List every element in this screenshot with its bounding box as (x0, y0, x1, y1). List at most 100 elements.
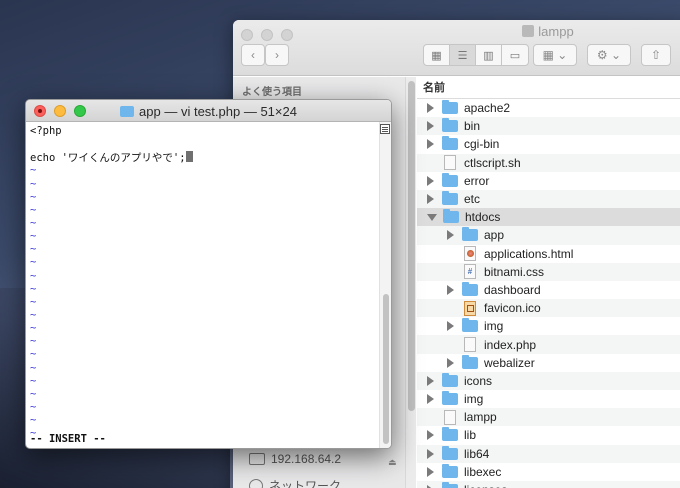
disclosure-right-icon[interactable] (427, 466, 434, 477)
scroll-thumb[interactable] (408, 81, 415, 411)
group-button[interactable]: ▦ ⌄ (533, 44, 577, 66)
folder-icon (442, 118, 458, 133)
list-item-label: icons (464, 373, 493, 388)
list-item[interactable]: error (417, 172, 680, 190)
share-button[interactable]: ⇧ (641, 44, 671, 66)
sidebar-scrollbar[interactable] (405, 77, 416, 488)
list-view-button[interactable]: ☰ (450, 45, 476, 65)
empty-line-marker: ~ (30, 216, 37, 229)
list-item[interactable]: licenses (417, 480, 680, 488)
terminal-content[interactable]: <?php echo 'ワイくんのアプリやで'; ~ ~ ~ ~ ~ ~ ~ ~ ~ ~ ~ ~ ~ ~ ~… (26, 122, 379, 448)
disclosure-right-icon[interactable] (427, 430, 434, 441)
network-icon (249, 478, 263, 488)
list-item[interactable]: favicon.ico (417, 299, 680, 318)
sidebar-item-network[interactable]: ネットワーク (249, 477, 341, 488)
disclosure-right-icon[interactable] (427, 175, 434, 186)
folder-icon (442, 482, 458, 488)
list-item[interactable]: libexec (417, 463, 680, 481)
folder-icon (442, 191, 458, 206)
gear-icon: ⚙ ⌄ (596, 48, 622, 62)
disclosure-right-icon[interactable] (427, 194, 434, 205)
list-item-label: lampp (464, 410, 497, 425)
list-item[interactable]: lib (417, 426, 680, 444)
gallery-view-button[interactable]: ▭ (502, 45, 528, 65)
disclosure-right-icon[interactable] (447, 230, 454, 241)
empty-line-marker: ~ (30, 164, 37, 177)
folder-icon (442, 172, 458, 187)
disclosure-right-icon[interactable] (447, 321, 454, 332)
empty-line-marker: ~ (30, 269, 37, 282)
disclosure-right-icon[interactable] (427, 394, 434, 405)
list-item-label: bin (464, 119, 481, 134)
document-icon (444, 155, 456, 171)
forward-button[interactable]: › (265, 44, 289, 66)
list-item-label: img (484, 319, 504, 334)
disclosure-right-icon[interactable] (427, 139, 434, 150)
list-item[interactable]: dashboard (417, 281, 680, 299)
eject-icon[interactable]: ⏏ (388, 457, 397, 468)
share-icon: ⇧ (650, 48, 662, 62)
list-item[interactable]: lampp (417, 408, 680, 427)
disclosure-right-icon[interactable] (447, 357, 454, 368)
disclosure-right-icon[interactable] (427, 448, 434, 459)
terminal-scrollbar[interactable] (379, 122, 391, 448)
folder-icon (442, 100, 458, 115)
list-item-label: apache2 (464, 101, 511, 116)
list-item[interactable]: app (417, 226, 680, 245)
empty-line-marker: ~ (30, 308, 37, 321)
document-icon (444, 409, 456, 425)
terminal-window: app — vi test.php — 51×24 <?php echo 'ワイ… (25, 99, 392, 449)
empty-line-marker: ~ (30, 203, 37, 216)
empty-lines: ~ ~ ~ ~ ~ ~ ~ ~ ~ ~ ~ ~ ~ ~ ~ ~ ~ ~ ~ ~ ~ (30, 164, 375, 440)
document-icon (464, 337, 476, 353)
list-item[interactable]: ctlscript.sh (417, 153, 680, 172)
html-file-icon (464, 246, 476, 262)
css-file-icon: # (464, 264, 476, 280)
finder-toolbar: lampp ‹ › ▦ ☰ ▥ ▭ ▦ ⌄ ⚙ ⌄ ⇧ (233, 20, 680, 76)
list-item[interactable]: etc (417, 189, 680, 209)
folder-icon (442, 463, 458, 478)
sidebar-heading: よく使う項目 (242, 87, 302, 98)
folder-icon (462, 281, 478, 296)
list-item-label: applications.html (484, 246, 574, 261)
disclosure-down-icon[interactable] (427, 213, 437, 221)
empty-line-marker: ~ (30, 348, 37, 361)
list-item[interactable]: webalizer (417, 354, 680, 372)
file-list: 名前 apache2 bin cgi-bin ctlscript.sh error etc… (417, 77, 680, 488)
view-mode-control: ▦ ☰ ▥ ▭ (423, 44, 529, 66)
terminal-titlebar: app — vi test.php — 51×24 (26, 100, 391, 122)
disclosure-right-icon[interactable] (427, 375, 434, 386)
list-item-label: lib64 (464, 446, 490, 461)
empty-line-marker: ~ (30, 400, 37, 413)
disclosure-right-icon[interactable] (447, 284, 454, 295)
icon-view-button[interactable]: ▦ (424, 45, 450, 65)
list-item-label: app (484, 228, 505, 243)
column-header-name[interactable]: 名前 (417, 77, 680, 99)
scroll-thumb[interactable] (383, 294, 389, 444)
column-view-button[interactable]: ▥ (476, 45, 502, 65)
list-item[interactable]: bin (417, 117, 680, 136)
action-button[interactable]: ⚙ ⌄ (587, 44, 631, 66)
list-item[interactable]: applications.html (417, 245, 680, 263)
empty-line-marker: ~ (30, 414, 37, 427)
sidebar-item-server[interactable]: 192.168.64.2 (249, 452, 341, 466)
marks-icon[interactable] (380, 124, 390, 134)
list-item[interactable]: img (417, 317, 680, 335)
terminal-title: app — vi test.php — 51×24 (26, 104, 391, 119)
disclosure-right-icon[interactable] (427, 121, 434, 132)
folder-icon (462, 227, 478, 242)
back-button[interactable]: ‹ (241, 44, 265, 66)
list-item[interactable]: htdocs (417, 208, 680, 227)
list-item[interactable]: cgi-bin (417, 135, 680, 153)
list-item[interactable]: img (417, 390, 680, 408)
empty-line-marker: ~ (30, 190, 37, 203)
list-item[interactable]: apache2 (417, 99, 680, 117)
file-rows: apache2 bin cgi-bin ctlscript.sh error etc htd… (417, 99, 680, 488)
list-item[interactable]: lib64 (417, 444, 680, 463)
list-item[interactable]: # bitnami.css (417, 262, 680, 281)
disclosure-right-icon[interactable] (427, 103, 434, 114)
grid-icon: ▦ (431, 49, 442, 62)
list-item[interactable]: index.php (417, 335, 680, 354)
list-item[interactable]: icons (417, 371, 680, 390)
chevron-right-icon: › (275, 48, 279, 62)
